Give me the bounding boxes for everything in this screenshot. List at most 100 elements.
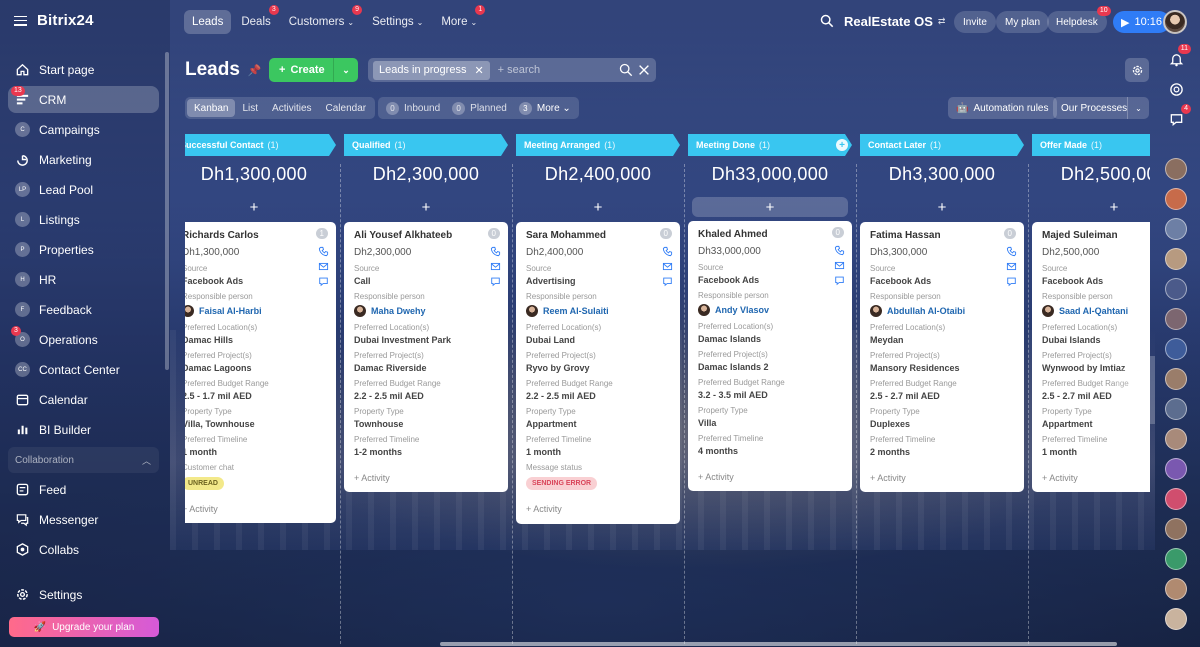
tab-settings[interactable]: Settings ⌄	[364, 10, 431, 34]
add-activity-link[interactable]: + Activity	[354, 473, 498, 492]
tab-more[interactable]: More ⌄ 1	[433, 5, 486, 34]
bell-icon[interactable]: 11	[1165, 44, 1191, 70]
phone-icon[interactable]	[662, 246, 673, 257]
stage-header-successful-contact[interactable]: Successful Contact (1)	[185, 134, 336, 156]
sidebar-item-feed[interactable]: Feed	[8, 476, 159, 503]
responsible-person[interactable]: Faisal Al-Harbi	[185, 305, 326, 317]
quick-add-button[interactable]: +	[520, 197, 676, 217]
stage-header-meeting-arranged[interactable]: Meeting Arranged (1)	[516, 134, 680, 156]
company-switcher[interactable]: RealEstate OS ⇄	[844, 14, 945, 29]
contact-avatar[interactable]	[1165, 368, 1187, 390]
work-timer[interactable]: ▶ 10:16	[1113, 11, 1170, 33]
responsible-person[interactable]: Andy Vlasov	[698, 304, 842, 316]
quick-add-button[interactable]: +	[864, 197, 1020, 217]
quick-add-button[interactable]: +	[185, 197, 332, 217]
quick-add-button[interactable]: +	[692, 197, 848, 217]
sidebar-item-hr[interactable]: H HR	[8, 266, 159, 293]
lead-name[interactable]: Sara Mohammed	[526, 230, 670, 241]
quick-add-button[interactable]: +	[348, 197, 504, 217]
sidebar-item-marketing[interactable]: Marketing	[8, 146, 159, 173]
counter-planned[interactable]: 0 Planned	[448, 101, 511, 115]
menu-icon[interactable]	[14, 15, 27, 26]
sidebar-item-properties[interactable]: P Properties	[8, 236, 159, 263]
sidebar-item-crm[interactable]: 13 CRM	[8, 86, 159, 113]
phone-icon[interactable]	[490, 246, 501, 257]
add-activity-link[interactable]: + Activity	[526, 504, 670, 523]
contact-avatar[interactable]	[1165, 308, 1187, 330]
contact-avatar[interactable]	[1165, 458, 1187, 480]
search-icon[interactable]	[820, 14, 834, 28]
search-input[interactable]: + search	[498, 64, 541, 76]
filter-chip[interactable]: Leads in progress ✕	[373, 60, 490, 80]
chat-icon[interactable]	[490, 276, 501, 287]
mail-icon[interactable]	[834, 260, 845, 271]
filter-search-box[interactable]: Leads in progress ✕ + search	[368, 58, 656, 82]
contact-avatar[interactable]	[1165, 398, 1187, 420]
counter-inbound[interactable]: 0 Inbound	[382, 101, 444, 115]
add-activity-link[interactable]: + Activity	[1042, 473, 1150, 492]
contact-avatar[interactable]	[1165, 608, 1187, 630]
contact-avatar[interactable]	[1165, 488, 1187, 510]
lead-name[interactable]: Majed Suleiman	[1042, 230, 1150, 241]
add-stage-icon[interactable]: +	[836, 139, 848, 151]
view-kanban[interactable]: Kanban	[187, 99, 236, 117]
sidebar-item-operations[interactable]: O 3 Operations	[8, 326, 159, 353]
contact-avatar[interactable]	[1165, 278, 1187, 300]
user-avatar[interactable]	[1163, 10, 1187, 34]
collaboration-section[interactable]: Collaboration ︿	[8, 447, 159, 473]
my-plan-button[interactable]: My plan	[996, 11, 1050, 33]
chat-icon[interactable]: 4	[1165, 104, 1191, 130]
sidebar-item-feedback[interactable]: F Feedback	[8, 296, 159, 323]
helpdesk-button[interactable]: Helpdesk 10	[1047, 6, 1111, 33]
responsible-person[interactable]: Maha Dwehy	[354, 305, 498, 317]
upgrade-plan-button[interactable]: 🚀 Upgrade your plan	[9, 617, 159, 637]
lead-card[interactable]: Fatima Hassan 0 Dh3,300,000 Source Facebook …	[860, 222, 1024, 492]
tab-leads[interactable]: Leads	[184, 10, 232, 34]
contact-avatar[interactable]	[1165, 248, 1187, 270]
phone-icon[interactable]	[834, 245, 845, 256]
sidebar-item-listings[interactable]: L Listings	[8, 206, 159, 233]
search-icon[interactable]	[619, 63, 633, 77]
mail-icon[interactable]	[662, 261, 673, 272]
lead-card[interactable]: Richards Carlos1 Dh1,300,000 Source Faceboo…	[185, 222, 336, 523]
mail-icon[interactable]	[1006, 261, 1017, 272]
lead-card[interactable]: Sara Mohammed 0 Dh2,400,000 Source Advertisi…	[516, 222, 680, 524]
counter-more[interactable]: 3 More ⌄	[515, 101, 575, 115]
lead-card[interactable]: Ali Yousef Alkhateeb 0 Dh2,300,000 Source Ca…	[344, 222, 508, 492]
sidebar-item-campaings[interactable]: C Campaings	[8, 116, 159, 143]
sidebar-item-messenger[interactable]: Messenger	[8, 506, 159, 533]
sidebar-item-calendar[interactable]: Calendar	[8, 386, 159, 413]
add-activity-link[interactable]: + Activity	[698, 472, 842, 491]
lead-card[interactable]: Majed Suleiman0Dh2,500,000SourceFacebook…	[1032, 222, 1150, 492]
sidebar-item-contact-center[interactable]: CC Contact Center	[8, 356, 159, 383]
sidebar-item-lead-pool[interactable]: LP Lead Pool	[8, 176, 159, 203]
view-calendar[interactable]: Calendar	[319, 99, 374, 117]
contact-avatar[interactable]	[1165, 188, 1187, 210]
lead-name[interactable]: Fatima Hassan	[870, 230, 1014, 241]
mail-icon[interactable]	[318, 261, 329, 272]
sidebar-item-start-page[interactable]: Start page	[8, 56, 159, 83]
board-settings-button[interactable]	[1125, 58, 1149, 82]
contact-avatar[interactable]	[1165, 548, 1187, 570]
stage-header-offer-made[interactable]: Offer Made (1)	[1032, 134, 1150, 156]
view-activities[interactable]: Activities	[265, 99, 318, 117]
tab-customers[interactable]: Customers ⌄ 9	[281, 5, 363, 34]
automation-rules-button[interactable]: 🤖 Automation rules	[948, 97, 1057, 119]
chat-icon[interactable]	[662, 276, 673, 287]
clear-icon[interactable]	[637, 63, 651, 77]
logo[interactable]: Bitrix24	[37, 12, 94, 29]
responsible-person[interactable]: Abdullah Al-Otaibi	[870, 305, 1014, 317]
chevron-down-icon[interactable]: ⌄	[333, 58, 358, 82]
contact-avatar[interactable]	[1165, 338, 1187, 360]
stage-header-contact-later[interactable]: Contact Later (1)	[860, 134, 1024, 156]
quick-add-button[interactable]: +	[1036, 197, 1150, 217]
contact-avatar[interactable]	[1165, 578, 1187, 600]
view-list[interactable]: List	[235, 99, 265, 117]
add-activity-link[interactable]: + Activity	[185, 504, 326, 523]
lead-card[interactable]: Khaled Ahmed 0 Dh33,000,000 Source Facebook …	[688, 221, 852, 491]
invite-button[interactable]: Invite	[954, 11, 996, 33]
stage-header-qualified[interactable]: Qualified (1)	[344, 134, 508, 156]
copilot-icon[interactable]	[1165, 78, 1187, 100]
contact-avatar[interactable]	[1165, 158, 1187, 180]
contact-avatar[interactable]	[1165, 428, 1187, 450]
